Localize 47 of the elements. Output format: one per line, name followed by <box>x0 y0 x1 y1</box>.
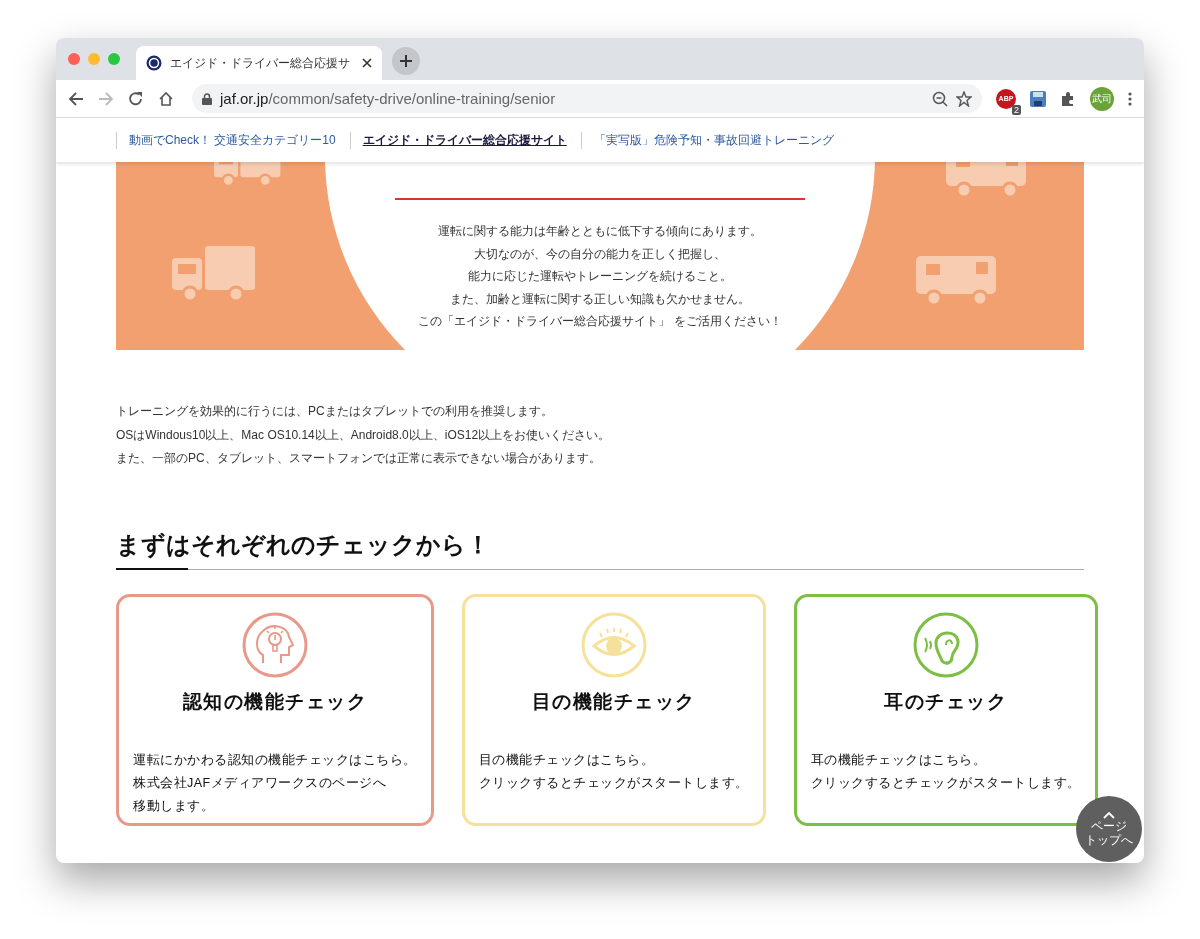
extension-badge: 2 <box>1012 104 1021 115</box>
card-description: 目の機能チェックはこちら。 <box>478 751 655 769</box>
head-lightbulb-icon <box>240 610 309 679</box>
lock-icon <box>202 92 212 105</box>
card-title: 耳のチェック <box>884 689 1007 714</box>
card-description: 移動します。 <box>133 797 215 815</box>
banner-text: 運転に関する能力は年齢とともに低下する傾向にあります。 <box>438 223 762 240</box>
star-icon[interactable] <box>956 90 972 107</box>
banner-text: また、加齢と運転に関する正しい知識も欠かせません。 <box>450 290 750 308</box>
nav-link[interactable]: 動画でCheck！ 交通安全カテゴリー10 <box>116 131 348 149</box>
eye-icon <box>579 610 648 679</box>
banner-text: 大切なのが、今の自分の能力を正しく把握し、 <box>474 245 726 263</box>
menu-icon[interactable] <box>1128 90 1132 107</box>
chevron-up-icon <box>1103 811 1115 819</box>
tab-title: エイジド・ドライバー総合応援サ <box>170 54 351 72</box>
nav-link[interactable]: 「実写版」危険予知・事故回避トレーニング <box>580 131 846 149</box>
truck-icon <box>916 256 996 307</box>
card-title: 目の機能チェック <box>531 689 696 714</box>
back-icon[interactable] <box>68 90 84 107</box>
browser-tab[interactable]: エイジド・ドライバー総合応援サ <box>136 46 382 80</box>
close-icon[interactable] <box>362 58 372 68</box>
banner-text: 能力に応じた運転やトレーニングを続けること。 <box>468 268 732 286</box>
intro-text: トレーニングを効果的に行うには、PCまたはタブレットでの利用を推奨します。 <box>116 403 554 420</box>
ear-icon <box>911 610 980 679</box>
card-description: 耳の機能チェックはこちら。 <box>810 751 987 769</box>
intro-text: OSはWindous10以上、Mac OS10.14以上、Android8.0以上、iOS12以上をお使いください。 <box>116 426 612 444</box>
zoom-out-icon[interactable] <box>932 90 948 107</box>
check-card[interactable]: 目の機能チェック 目の機能チェックはこちら。 クリックするとチェックがスタートします。 <box>461 593 766 826</box>
card-title: 認知の機能チェック <box>182 689 367 714</box>
card-description: クリックするとチェックがスタートします。 <box>478 774 749 792</box>
section-heading: まずはそれぞれのチェックから！ <box>116 529 491 561</box>
card-description: 運転にかかわる認知の機能チェックはこちら。 <box>133 751 417 769</box>
home-icon[interactable] <box>158 90 174 107</box>
truck-icon <box>172 246 255 303</box>
card-description: クリックするとチェックがスタートします。 <box>810 774 1081 792</box>
card-description: 株式会社JAFメディアワークスのページへ <box>133 774 388 792</box>
check-card[interactable]: 認知の機能チェック 運転にかかわる認知の機能チェックはこちら。 株式会社JAFメディアワークスのページへ 移動します。 <box>116 593 434 826</box>
banner-text: この「エイジド・ドライバー総合応援サイト」 をご活用ください！ <box>418 313 782 331</box>
puzzle-icon[interactable] <box>1060 90 1076 107</box>
plus-icon <box>400 55 412 67</box>
reload-icon[interactable] <box>128 90 144 107</box>
site-logo-icon <box>146 55 162 71</box>
address-bar[interactable]: jaf.or.jp/common/safety-drive/online-training/senior <box>192 84 982 113</box>
nav-link[interactable]: エイジド・ドライバー総合応援サイト <box>349 131 579 149</box>
page-top-button[interactable]: ページ トップへ <box>1076 796 1142 862</box>
intro-text: また、一部のPC、タブレット、スマートフォンでは正常に表示できない場合があります。 <box>116 450 602 467</box>
new-tab-button[interactable] <box>392 47 420 75</box>
